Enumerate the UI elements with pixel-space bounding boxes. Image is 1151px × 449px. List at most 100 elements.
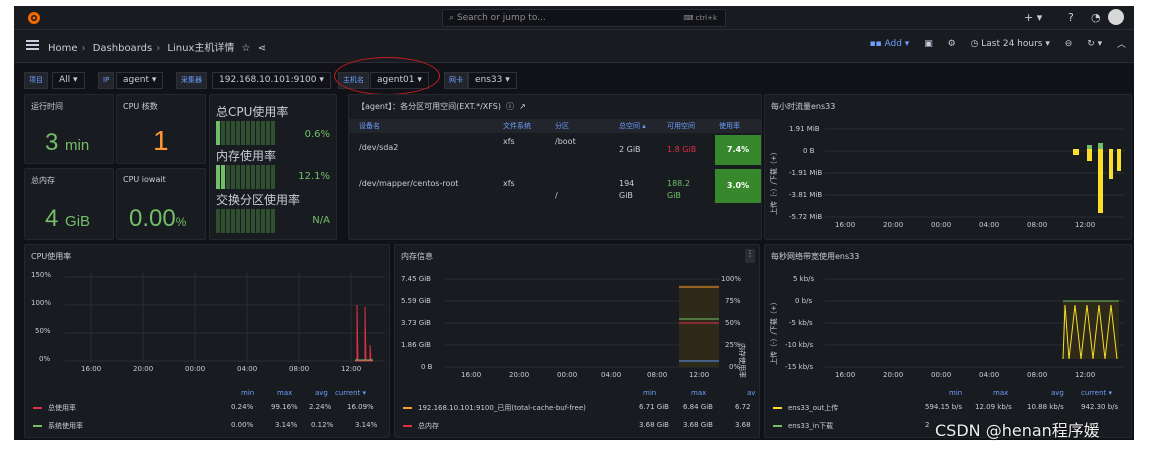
bar-segment <box>246 209 250 233</box>
rss-icon[interactable]: ◔ <box>1091 9 1101 27</box>
cell-total-unit: GiB <box>619 191 633 200</box>
memory-area <box>679 285 719 367</box>
col-header-device[interactable]: 设备名 <box>359 119 380 133</box>
var-select-project[interactable]: All ▾ <box>52 72 85 89</box>
legend-scrollbar[interactable] <box>389 385 390 419</box>
zoom-out-icon[interactable]: ⊖ <box>1065 39 1073 49</box>
breadcrumb-dashboards[interactable]: Dashboards <box>93 43 152 54</box>
bar-segment <box>271 121 275 145</box>
col-header-avail[interactable]: 可用空间 <box>667 119 695 133</box>
y-tick: 100% <box>31 299 52 307</box>
legend-header-min[interactable]: min <box>241 389 254 397</box>
bar-segment <box>266 121 270 145</box>
legend-row[interactable]: ens33_in下载 <box>773 421 833 431</box>
refresh-icon[interactable]: ↻ ▾ <box>1087 39 1102 49</box>
bar-segment <box>261 121 265 145</box>
x-tick: 12:00 <box>341 365 362 373</box>
legend-swatch <box>773 425 782 427</box>
bar-segment <box>221 209 225 233</box>
search-input[interactable]: ⌕ Search or jump to... ⌨ ctrl+k <box>442 9 726 27</box>
cell-usage: 3.0% <box>715 169 761 203</box>
legend-header-avg[interactable]: avg <box>1051 389 1064 397</box>
hourly-traffic-ylabel: 上传（-）/下载（+） <box>770 148 778 215</box>
x-tick: 20:00 <box>883 221 904 229</box>
swap-usage-bar <box>216 209 276 233</box>
bar-segment <box>216 165 220 189</box>
legend-value: 3.68 GiB <box>639 421 669 429</box>
legend-header-current[interactable]: current ▾ <box>1081 389 1112 397</box>
legend-value: 6.72 <box>735 403 751 411</box>
legend-row[interactable]: 192.168.10.101:9100_已用(total-cache-buf-f… <box>403 403 586 413</box>
x-tick: 04:00 <box>601 371 622 379</box>
cpu-usage-panel: CPU使用率 150% 100% 50% 0% 16:00 20:00 00:0… <box>24 244 390 438</box>
var-label-project: 项目 <box>24 72 48 89</box>
grafana-logo-icon[interactable] <box>26 10 42 26</box>
memory-info-chart <box>445 278 719 368</box>
plus-icon[interactable]: + ▾ <box>1024 9 1042 27</box>
legend-value: 594.15 b/s <box>925 403 963 411</box>
nav-actions: ▪▪ Add ▾ ▣ ⚙ ◷ Last 24 hours ▾ ⊖ ↻ ▾ ︿ <box>857 37 1126 51</box>
bar-segment <box>246 165 250 189</box>
memory-panel: 总内存 4 GiB <box>24 168 114 240</box>
legend-header-min[interactable]: min <box>643 389 656 397</box>
bar-segment <box>261 209 265 233</box>
help-icon[interactable]: ? <box>1068 9 1074 27</box>
search-placeholder: Search or jump to... <box>456 13 546 23</box>
bar-segment <box>256 121 260 145</box>
breadcrumb-home[interactable]: Home <box>48 43 78 54</box>
var-label-ip: IP <box>98 72 115 89</box>
y-tick: 5.59 GiB <box>401 297 431 305</box>
var-select-collector[interactable]: 192.168.10.101:9100 ▾ <box>212 72 331 89</box>
y-tick: 0 B <box>803 147 815 155</box>
legend-value: 99.16% <box>271 403 298 411</box>
external-link-icon[interactable]: ↗ <box>519 102 526 111</box>
cell-device: /dev/mapper/centos-root <box>359 179 459 188</box>
x-tick: 12:00 <box>689 371 710 379</box>
share-icon[interactable]: ⋖ <box>258 43 266 54</box>
legend-swatch <box>33 407 42 409</box>
cell-avail: 188.2 <box>667 179 690 188</box>
legend-header-avg[interactable]: av <box>747 389 755 397</box>
panel-menu-icon[interactable]: ⋮ <box>745 249 755 263</box>
legend-row[interactable]: ens33_out上传 <box>773 403 838 413</box>
legend-header-max[interactable]: max <box>277 389 292 397</box>
gear-icon[interactable]: ⚙ <box>948 39 956 49</box>
add-button[interactable]: ▪▪ Add ▾ <box>869 39 909 49</box>
cell-fs: xfs <box>503 179 515 188</box>
col-header-mount[interactable]: 分区 <box>555 119 569 133</box>
legend-row[interactable]: 总内存 <box>403 421 439 431</box>
col-header-total[interactable]: 总空间 ▴ <box>619 119 646 133</box>
info-icon[interactable]: ⓘ <box>506 102 514 111</box>
legend-header-min[interactable]: min <box>949 389 962 397</box>
var-select-ip[interactable]: agent ▾ <box>116 72 164 89</box>
memory-info-title: 内存信息 <box>401 252 433 261</box>
bar-segment <box>231 209 235 233</box>
mem-usage-value: 12.1% <box>298 171 330 182</box>
legend-row[interactable]: 系统使用率 <box>33 421 83 431</box>
cpu-iowait-value: 0.00% <box>129 205 187 232</box>
y-tick: 150% <box>31 271 52 279</box>
save-icon[interactable]: ▣ <box>924 39 933 49</box>
legend-header-avg[interactable]: avg <box>315 389 328 397</box>
col-header-usage[interactable]: 使用率 <box>719 119 740 133</box>
legend-value: 0.24% <box>231 403 254 411</box>
collapse-icon[interactable]: ︿ <box>1117 37 1126 50</box>
bar-segment <box>231 121 235 145</box>
y-tick: 0 b/s <box>795 297 813 305</box>
hourly-traffic-title: 每小时流量ens33 <box>771 102 836 111</box>
bandwidth-chart <box>825 278 1125 368</box>
legend-header-max[interactable]: max <box>691 389 706 397</box>
menu-icon[interactable] <box>26 40 39 50</box>
legend-value: 3.14% <box>275 421 298 429</box>
bar-segment <box>236 121 240 145</box>
time-range-picker[interactable]: ◷ Last 24 hours ▾ <box>971 39 1050 49</box>
x-tick: 08:00 <box>1027 221 1048 229</box>
col-header-fs[interactable]: 文件系统 <box>503 119 531 133</box>
legend-row[interactable]: 总使用率 <box>33 403 76 413</box>
legend-header-current[interactable]: current ▾ <box>335 389 366 397</box>
mem-usage-label: 内存使用率 <box>216 149 277 163</box>
user-avatar-icon[interactable] <box>1108 9 1124 25</box>
legend-header-max[interactable]: max <box>993 389 1008 397</box>
var-select-nic[interactable]: ens33 ▾ <box>468 72 517 89</box>
star-icon[interactable]: ☆ <box>242 43 251 54</box>
